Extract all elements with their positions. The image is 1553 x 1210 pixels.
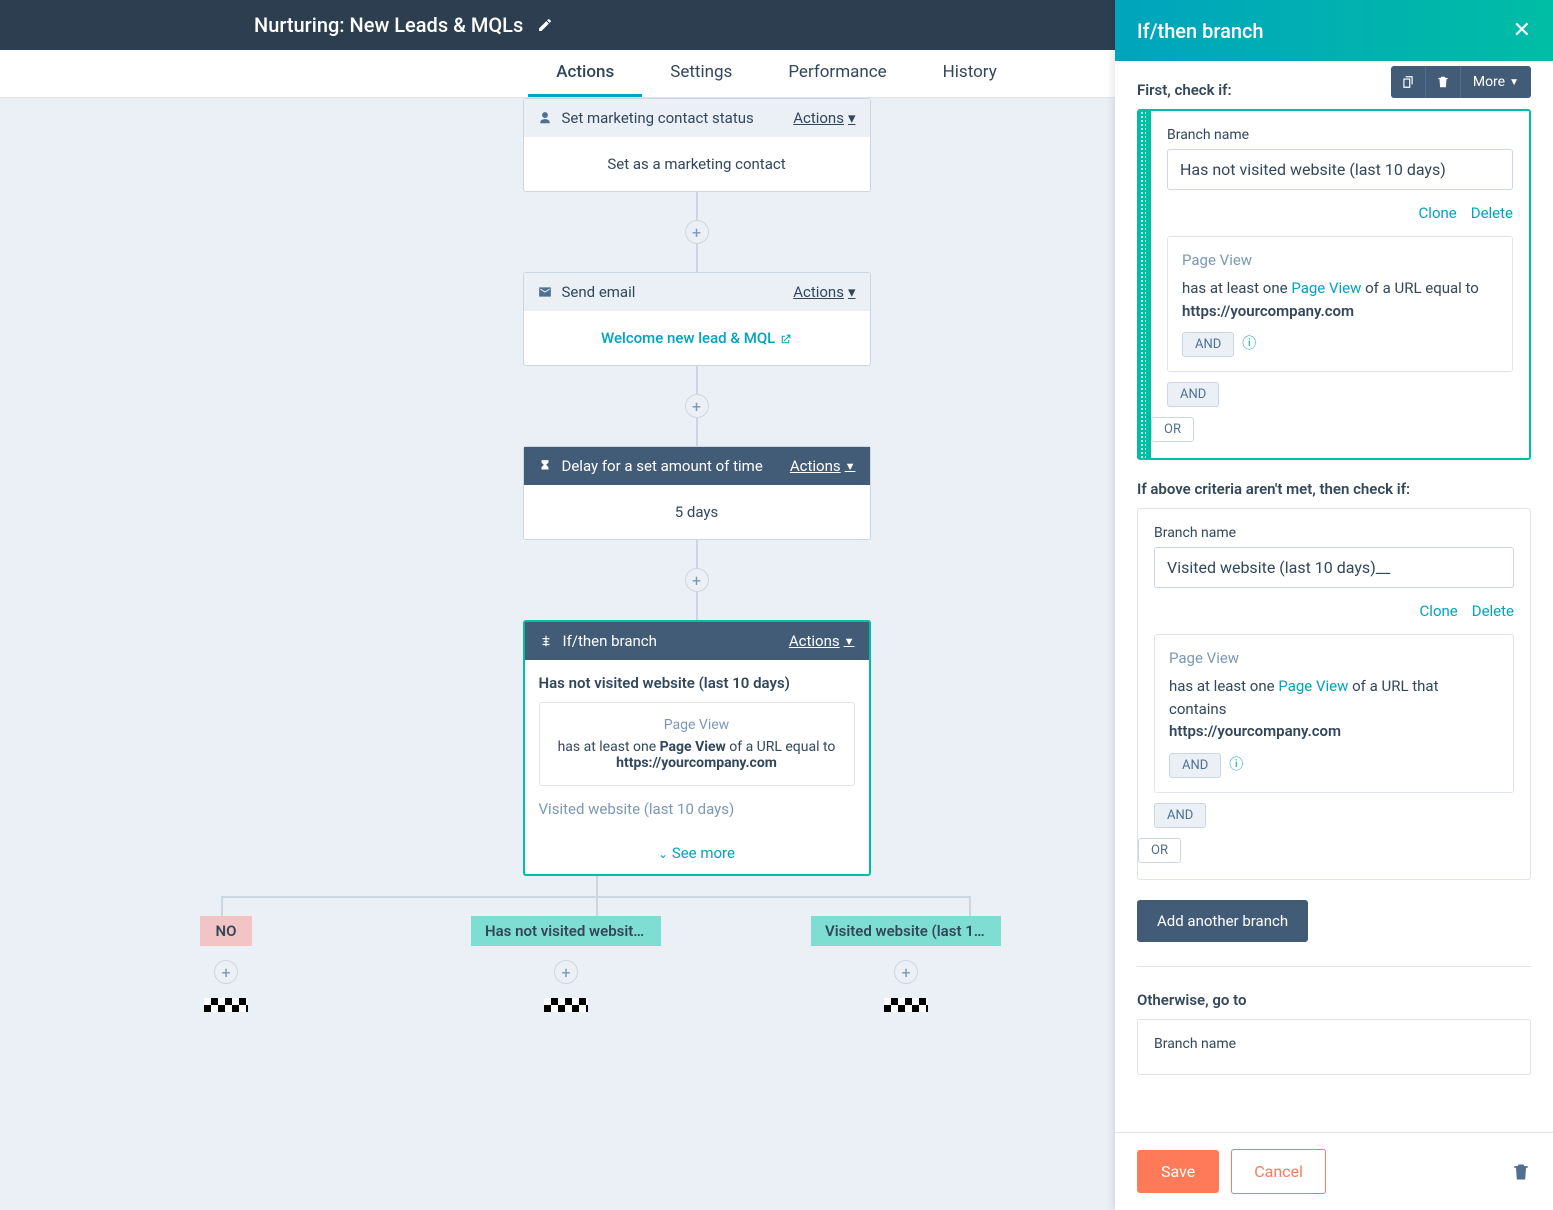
branch-1-panel: Branch name Clone Delete Page View has a…: [1137, 109, 1531, 460]
card-title: Delay for a set amount of time: [562, 457, 763, 475]
panel-toolbar: More ▼: [1391, 66, 1531, 98]
card-actions-menu[interactable]: Actions ▾: [793, 109, 855, 127]
hourglass-icon: [538, 459, 552, 473]
card-title: If/then branch: [563, 632, 657, 650]
and-button[interactable]: AND: [1154, 803, 1206, 828]
and-button-inner[interactable]: AND: [1182, 332, 1234, 357]
branch-icon: [539, 634, 553, 648]
trash-icon: [1436, 75, 1450, 89]
side-panel: If/then branch ✕ More ▼ First, check if:…: [1115, 0, 1553, 1210]
close-icon[interactable]: ✕: [1513, 18, 1531, 43]
card-body[interactable]: Welcome new lead & MQL: [524, 311, 870, 365]
end-marker: [884, 998, 928, 1012]
and-button-inner[interactable]: AND: [1169, 753, 1221, 778]
delete-link[interactable]: Delete: [1471, 204, 1513, 222]
divider: [1137, 966, 1531, 967]
connector: [696, 592, 698, 620]
and-button[interactable]: AND: [1167, 382, 1219, 407]
copy-icon: [1401, 75, 1415, 89]
clone-link[interactable]: Clone: [1420, 602, 1458, 620]
panel-title: If/then branch: [1137, 19, 1264, 43]
cancel-button[interactable]: Cancel: [1231, 1149, 1326, 1194]
criteria-text: has at least one Page View of a URL that…: [1169, 675, 1499, 743]
tab-settings[interactable]: Settings: [642, 50, 760, 97]
delete-link[interactable]: Delete: [1472, 602, 1514, 620]
connector: [696, 244, 698, 272]
criteria-box[interactable]: Page View has at least one Page View of …: [1154, 634, 1514, 793]
or-button[interactable]: OR: [1138, 838, 1181, 863]
end-marker: [204, 998, 248, 1012]
card-title: Send email: [562, 283, 636, 301]
card-actions-menu[interactable]: Actions ▾: [793, 283, 855, 301]
connector: [696, 540, 698, 568]
connector: [696, 366, 698, 394]
branch-name-input[interactable]: [1154, 547, 1514, 588]
branch-2-title: Visited website (last 10 days): [539, 800, 855, 818]
tab-actions[interactable]: Actions: [528, 50, 642, 97]
end-marker: [544, 998, 588, 1012]
clone-link[interactable]: Clone: [1419, 204, 1457, 222]
card-send-email[interactable]: Send email Actions ▾ Welcome new lead & …: [523, 272, 871, 366]
add-step-button[interactable]: +: [685, 394, 709, 418]
branch-criteria-box[interactable]: Page View has at least one Page View of …: [539, 702, 855, 786]
card-delay[interactable]: Delay for a set amount of time Actions ▼…: [523, 446, 871, 540]
criteria-text: has at least one Page View of a URL equa…: [554, 739, 840, 771]
email-icon: [538, 285, 552, 299]
card-body: 5 days: [524, 485, 870, 539]
branch-label-no[interactable]: NO: [200, 916, 253, 946]
criteria-box[interactable]: Page View has at least one Page View of …: [1167, 236, 1513, 372]
branch-connectors: [221, 876, 971, 916]
tab-history[interactable]: History: [915, 50, 1025, 97]
add-step-button[interactable]: +: [554, 960, 578, 984]
page-title: Nurturing: New Leads & MQLs: [254, 13, 523, 37]
second-check-label: If above criteria aren't met, then check…: [1137, 480, 1531, 498]
branch-name-label: Branch name: [1154, 1036, 1514, 1052]
person-icon: [538, 111, 552, 125]
add-step-button[interactable]: +: [685, 220, 709, 244]
see-more-button[interactable]: ⌄ See more: [525, 832, 869, 874]
criteria-text: has at least one Page View of a URL equa…: [1182, 277, 1498, 322]
trash-icon[interactable]: [1511, 1162, 1531, 1182]
criteria-title: Page View: [1182, 251, 1498, 269]
info-icon[interactable]: ⓘ: [1229, 757, 1243, 773]
add-step-button[interactable]: +: [894, 960, 918, 984]
card-marketing-status[interactable]: Set marketing contact status Actions ▾ S…: [523, 98, 871, 192]
branch-2-panel: Branch name Clone Delete Page View has a…: [1137, 508, 1531, 880]
card-actions-menu[interactable]: Actions ▼: [790, 457, 856, 475]
save-button[interactable]: Save: [1137, 1150, 1219, 1193]
card-actions-menu[interactable]: Actions ▼: [789, 632, 855, 650]
external-link-icon: [779, 333, 792, 346]
connector: [696, 418, 698, 446]
branch-label-1[interactable]: Has not visited website...: [471, 916, 661, 946]
card-body: Set as a marketing contact: [524, 137, 870, 191]
edit-icon[interactable]: [537, 17, 553, 33]
branch-name-label: Branch name: [1154, 525, 1514, 541]
add-step-button[interactable]: +: [685, 568, 709, 592]
add-step-button[interactable]: +: [214, 960, 238, 984]
tab-performance[interactable]: Performance: [760, 50, 914, 97]
delete-button[interactable]: [1426, 66, 1461, 98]
info-icon[interactable]: ⓘ: [1242, 336, 1256, 352]
connector: [696, 192, 698, 220]
branch-name-input[interactable]: [1167, 149, 1513, 190]
criteria-label: Page View: [554, 717, 840, 733]
branch-1-title: Has not visited website (last 10 days): [539, 674, 855, 692]
branch-name-label: Branch name: [1167, 127, 1513, 143]
card-if-then-branch[interactable]: If/then branch Actions ▼ Has not visited…: [523, 620, 871, 876]
more-menu[interactable]: More ▼: [1461, 66, 1531, 98]
otherwise-panel: Branch name: [1137, 1019, 1531, 1075]
copy-button[interactable]: [1391, 66, 1426, 98]
card-title: Set marketing contact status: [562, 109, 754, 127]
or-button[interactable]: OR: [1151, 417, 1194, 442]
otherwise-label: Otherwise, go to: [1137, 991, 1531, 1009]
add-branch-button[interactable]: Add another branch: [1137, 900, 1308, 942]
criteria-title: Page View: [1169, 649, 1499, 667]
branch-label-2[interactable]: Visited website (last 10...: [811, 916, 1001, 946]
